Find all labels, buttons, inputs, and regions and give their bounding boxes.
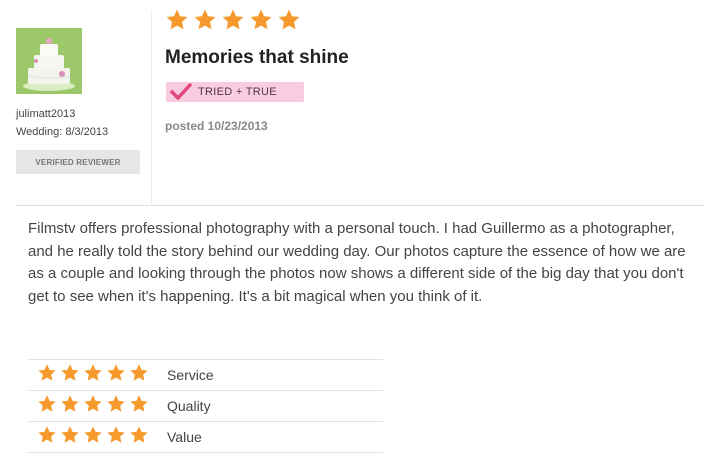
badge-label: TRIED + TRUE bbox=[198, 86, 277, 98]
divider-horizontal bbox=[16, 205, 704, 206]
star-icon bbox=[37, 363, 57, 388]
reviewer-panel: julimatt2013 Wedding: 8/3/2013 VERIFIED … bbox=[16, 28, 142, 174]
quality-stars bbox=[37, 394, 167, 419]
posted-date: posted 10/23/2013 bbox=[165, 119, 268, 133]
rating-row-service: Service bbox=[28, 359, 383, 390]
reviewer-name[interactable]: julimatt2013 bbox=[16, 108, 142, 120]
wedding-date: Wedding: 8/3/2013 bbox=[16, 126, 109, 138]
category-ratings: Service Quality Value bbox=[28, 359, 383, 453]
star-icon bbox=[83, 363, 103, 388]
check-icon bbox=[170, 83, 192, 101]
rating-label-service: Service bbox=[167, 367, 214, 383]
rating-label-value: Value bbox=[167, 429, 202, 445]
star-icon bbox=[249, 8, 273, 37]
star-icon bbox=[83, 425, 103, 450]
overall-rating-stars bbox=[165, 8, 301, 37]
star-icon bbox=[106, 363, 126, 388]
star-icon bbox=[60, 363, 80, 388]
rating-label-quality: Quality bbox=[167, 398, 211, 414]
wedding-cake-icon bbox=[16, 28, 82, 94]
star-icon bbox=[129, 425, 149, 450]
star-icon bbox=[129, 394, 149, 419]
value-stars bbox=[37, 425, 167, 450]
star-icon bbox=[37, 394, 57, 419]
rating-row-value: Value bbox=[28, 421, 383, 453]
star-icon bbox=[60, 394, 80, 419]
star-icon bbox=[193, 8, 217, 37]
star-icon bbox=[60, 425, 80, 450]
review-body: Filmstv offers professional photography … bbox=[28, 220, 686, 305]
review-title: Memories that shine bbox=[165, 47, 349, 68]
verified-reviewer-badge: VERIFIED REVIEWER bbox=[16, 150, 140, 174]
star-icon bbox=[37, 425, 57, 450]
star-icon bbox=[106, 425, 126, 450]
tried-true-badge: TRIED + TRUE bbox=[166, 82, 304, 102]
star-icon bbox=[83, 394, 103, 419]
rating-row-quality: Quality bbox=[28, 390, 383, 421]
star-icon bbox=[106, 394, 126, 419]
star-icon bbox=[129, 363, 149, 388]
avatar[interactable] bbox=[16, 28, 82, 94]
service-stars bbox=[37, 363, 167, 388]
divider-vertical bbox=[151, 10, 152, 205]
star-icon bbox=[221, 8, 245, 37]
star-icon bbox=[277, 8, 301, 37]
star-icon bbox=[165, 8, 189, 37]
